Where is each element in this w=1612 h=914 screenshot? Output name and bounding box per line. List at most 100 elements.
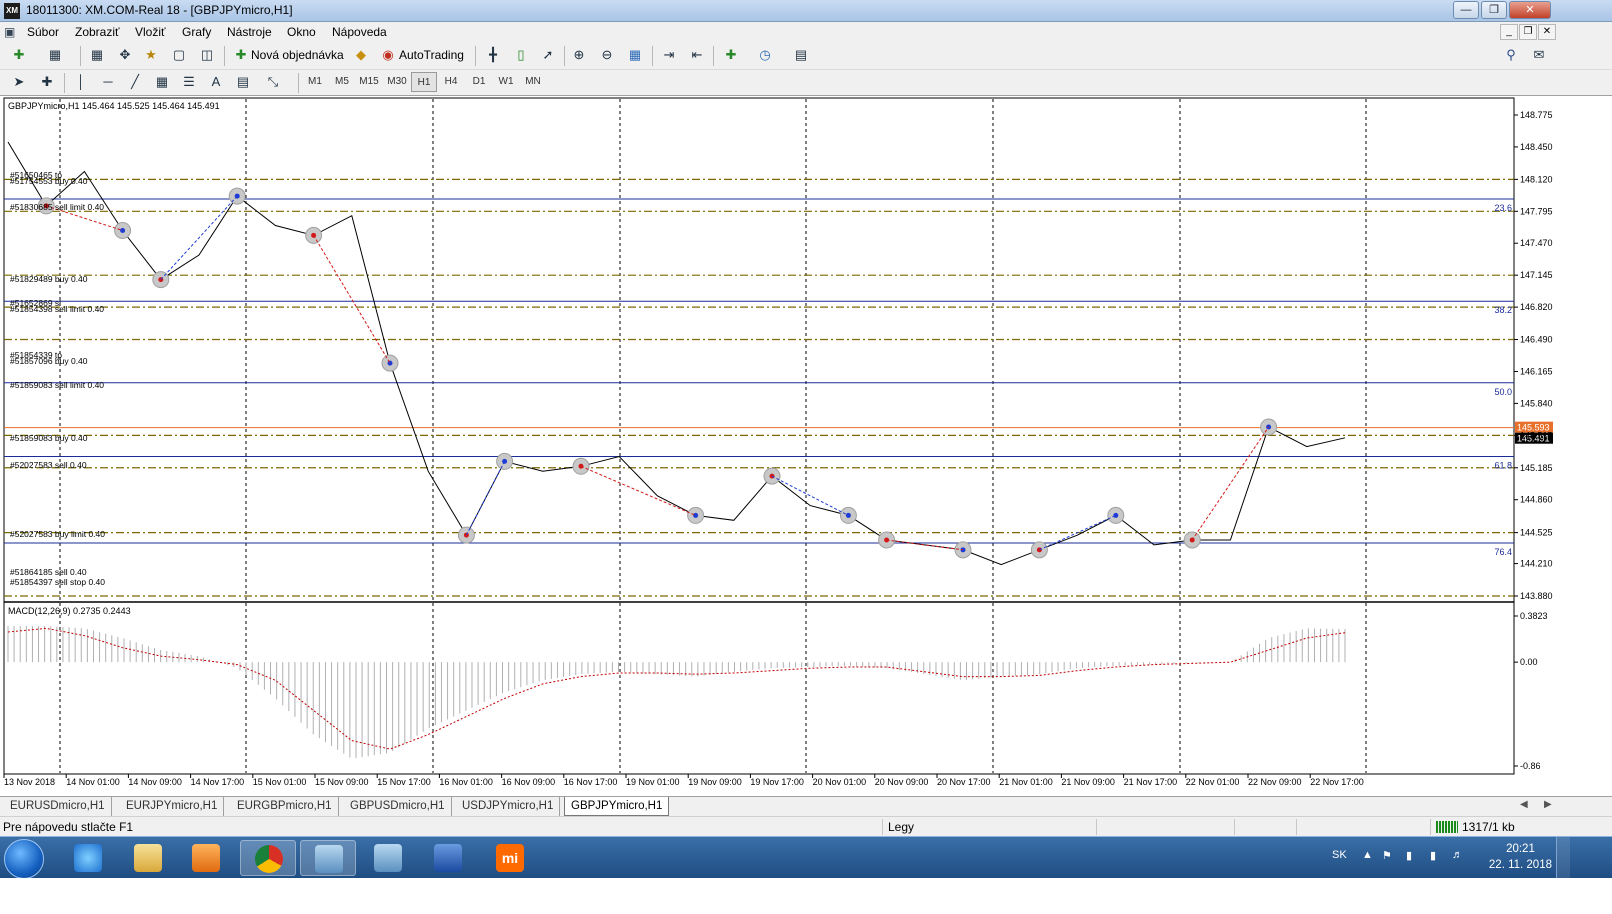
tab-gbpusd[interactable]: GBPUSDmicro,H1 <box>344 797 452 816</box>
mi-icon: mi <box>496 844 524 872</box>
volume-icon[interactable]: ♬ <box>1452 849 1463 861</box>
autotrading-button[interactable]: AutoTrading <box>399 44 464 66</box>
menu-window[interactable]: Okno <box>287 25 316 39</box>
scroll-left-icon[interactable]: ◀ <box>1520 799 1528 810</box>
taskbar-mt4-1[interactable] <box>300 840 356 876</box>
maximize-button[interactable]: ❐ <box>1481 1 1507 19</box>
doc-icon[interactable]: ▣ <box>4 25 15 39</box>
taskbar-media[interactable] <box>178 840 234 876</box>
flag-icon[interactable]: ⚑ <box>1382 849 1392 862</box>
tf-mn[interactable]: MN <box>520 72 546 92</box>
menu-file[interactable]: Súbor <box>27 25 59 39</box>
menu-insert[interactable]: Vložiť <box>135 25 166 39</box>
horizontal-line-icon[interactable]: ─ <box>97 71 119 93</box>
minimize-button[interactable]: — <box>1453 1 1479 19</box>
cursor-icon[interactable]: ➤ <box>8 71 30 93</box>
taskbar-word[interactable] <box>420 840 476 876</box>
arrows-icon[interactable]: ⤡ <box>262 71 284 93</box>
text-label-icon[interactable]: ▤ <box>232 71 254 93</box>
tab-gbpjpy[interactable]: GBPJPYmicro,H1 <box>564 797 670 816</box>
zoom-out-icon[interactable]: ⊖ <box>596 44 618 66</box>
strategy-tester-icon[interactable]: ◫ <box>196 44 218 66</box>
price-chart[interactable]: 145.593145.491 0.38230.00-0.86 148.77514… <box>0 96 1612 796</box>
time-tick-label: 21 Nov 17:00 <box>1124 777 1178 787</box>
tf-m5[interactable]: M5 <box>329 72 355 92</box>
market-watch-icon[interactable]: ▦ <box>86 44 108 66</box>
taskbar-ie[interactable] <box>60 840 116 876</box>
time-tick-label: 21 Nov 09:00 <box>1061 777 1115 787</box>
vertical-line-icon[interactable]: │ <box>70 71 92 93</box>
tile-windows-icon[interactable]: ▦ <box>624 44 646 66</box>
tf-d1[interactable]: D1 <box>466 72 492 92</box>
clock[interactable]: 20:21 22. 11. 2018 <box>1489 841 1552 873</box>
start-button[interactable] <box>4 839 44 879</box>
chart-shift-icon[interactable]: ⇥ <box>658 44 680 66</box>
clock-date: 22. 11. 2018 <box>1488 859 1552 871</box>
mdi-minimize-button[interactable]: _ <box>1500 24 1518 40</box>
tf-h4[interactable]: H4 <box>438 72 464 92</box>
new-order-icon[interactable]: ✚ <box>230 44 252 66</box>
tf-h1[interactable]: H1 <box>411 72 437 92</box>
terminal-icon[interactable]: ▢ <box>168 44 190 66</box>
mdi-close-button[interactable]: ✕ <box>1538 24 1556 40</box>
tab-usdjpy[interactable]: USDJPYmicro,H1 <box>456 797 561 816</box>
candlestick-icon[interactable]: ▯ <box>510 44 532 66</box>
time-tick-label: 16 Nov 17:00 <box>564 777 618 787</box>
media-player-icon <box>192 844 220 872</box>
tf-m15[interactable]: M15 <box>356 72 382 92</box>
menu-charts[interactable]: Grafy <box>182 25 211 39</box>
data-window-icon[interactable]: ★ <box>140 44 162 66</box>
trendline-icon[interactable]: ╱ <box>124 71 146 93</box>
new-order-button[interactable]: Nová objednávka <box>251 44 344 66</box>
fibonacci-icon[interactable]: ☰ <box>178 71 200 93</box>
standard-toolbar: ✚ ▦ ▦ ✥ ★ ▢ ◫ ✚ Nová objednávka ◆ ◉ Auto… <box>0 42 1612 70</box>
periods-icon[interactable]: ◷ <box>754 44 776 66</box>
bar-chart-icon[interactable]: ╋ <box>482 44 504 66</box>
crosshair-icon[interactable]: ✚ <box>36 71 58 93</box>
autotrading-icon[interactable]: ◉ <box>377 44 399 66</box>
chart-header: GBPJPYmicro,H1 145.464 145.525 145.464 1… <box>8 101 220 111</box>
menu-view[interactable]: Zobraziť <box>75 25 120 39</box>
scroll-right-icon[interactable]: ▶ <box>1544 799 1552 810</box>
indicators-icon[interactable]: ✚ <box>720 44 742 66</box>
tab-eurgbp[interactable]: EURGBPmicro,H1 <box>231 797 339 816</box>
time-tick-label: 15 Nov 01:00 <box>253 777 307 787</box>
taskbar-explorer[interactable] <box>120 840 176 876</box>
tf-w1[interactable]: W1 <box>493 72 519 92</box>
new-chart-icon[interactable]: ✚ <box>8 44 30 66</box>
mdi-restore-button[interactable]: ❐ <box>1519 24 1537 40</box>
fib-label: 50.0 <box>1494 387 1512 397</box>
search-icon[interactable]: ⚲ <box>1500 44 1522 66</box>
line-chart-icon[interactable]: ➚ <box>537 44 559 66</box>
navigator-icon[interactable]: ✥ <box>114 44 136 66</box>
taskbar-mt4-2[interactable] <box>360 840 416 876</box>
show-desktop-button[interactable] <box>1556 837 1570 879</box>
language-indicator[interactable]: SK <box>1332 849 1347 861</box>
taskbar-mi[interactable]: mi <box>482 840 538 876</box>
tray-expand-icon[interactable]: ▲ <box>1362 849 1373 861</box>
text-icon[interactable]: A <box>205 71 227 93</box>
macd-tick-label: 0.00 <box>1520 657 1538 667</box>
menu-help[interactable]: Nápoveda <box>332 25 387 39</box>
taskbar-chrome[interactable] <box>240 840 296 876</box>
tab-eurjpy[interactable]: EURJPYmicro,H1 <box>120 797 225 816</box>
templates-icon[interactable]: ▤ <box>790 44 812 66</box>
price-tick-label: 147.470 <box>1520 238 1553 248</box>
channel-icon[interactable]: ▦ <box>151 71 173 93</box>
metaeditor-icon[interactable]: ◆ <box>350 44 372 66</box>
tf-m30[interactable]: M30 <box>384 72 410 92</box>
network-icon[interactable]: ▮ <box>1430 849 1436 862</box>
price-tick-label: 146.820 <box>1520 302 1553 312</box>
profiles-icon[interactable]: ▦ <box>44 44 66 66</box>
battery-icon[interactable]: ▮ <box>1406 849 1412 862</box>
chart-window[interactable]: 145.593 145.491 0.3823 0.00 -0.86 148.775 14… <box>0 96 1612 796</box>
close-button[interactable]: ✕ <box>1509 1 1551 19</box>
menu-tools[interactable]: Nástroje <box>227 25 272 39</box>
tf-m1[interactable]: M1 <box>302 72 328 92</box>
chat-icon[interactable]: ✉ <box>1528 44 1550 66</box>
autoscroll-icon[interactable]: ⇤ <box>686 44 708 66</box>
clock-time: 20:21 <box>1506 843 1535 855</box>
zoom-in-icon[interactable]: ⊕ <box>568 44 590 66</box>
profile-name[interactable]: Legy <box>888 820 914 834</box>
tab-eurusd[interactable]: EURUSDmicro,H1 <box>4 797 112 816</box>
